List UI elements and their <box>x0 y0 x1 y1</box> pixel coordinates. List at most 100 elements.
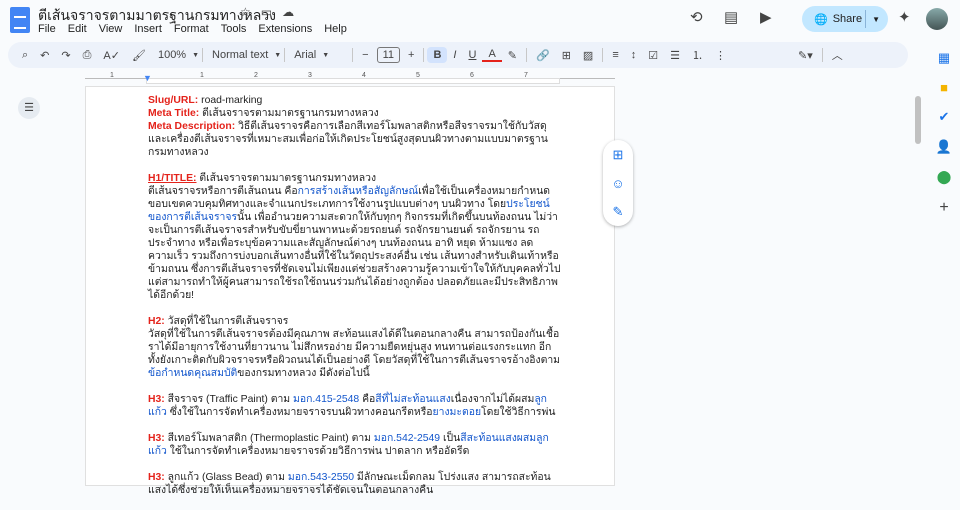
menu-extensions[interactable]: Extensions <box>258 23 312 35</box>
floating-actions: ⊞ ☺ ✎ <box>603 140 633 226</box>
paragraph: ตีเส้นจราจรหรือการตีเส้นถนน คือการสร้างเ… <box>148 185 563 302</box>
paragraph: H3: สีเทอร์โมพลาสติก (Thermoplastic Pain… <box>148 432 563 458</box>
editing-mode-icon[interactable]: ✎▾ <box>792 49 819 62</box>
star-icon[interactable]: ☆ <box>240 5 251 19</box>
style-select[interactable]: Normal text <box>206 49 274 61</box>
paragraph: วัสดุที่ใช้ในการตีเส้นจราจรต้องมีคุณภาพ … <box>148 328 563 380</box>
link-icon[interactable]: 🔗 <box>530 49 556 62</box>
link[interactable]: มอก.542-2549 <box>374 433 440 444</box>
docs-logo-icon[interactable] <box>10 7 30 33</box>
cloud-saved-icon[interactable]: ☁ <box>282 5 294 19</box>
add-comment-icon[interactable]: ⊞ <box>556 49 577 62</box>
contacts-icon[interactable]: 👤 <box>936 139 952 155</box>
keep-icon[interactable]: ■ <box>940 80 948 95</box>
link[interactable]: สีที่ไม่สะท้อนแสง <box>375 394 451 405</box>
text-run: คือ <box>359 394 376 405</box>
underline-button[interactable]: U <box>462 49 482 61</box>
history-icon[interactable]: ⟲ <box>690 8 703 26</box>
tasks-icon[interactable]: ✔ <box>939 109 950 125</box>
link[interactable]: การสร้างเส้นหรือสัญลักษณ์ <box>298 186 419 197</box>
italic-button[interactable]: I <box>447 49 462 61</box>
text-run: ซึ่งใช้ในการจัดทำเครื่องหมายจราจรบนผิวทา… <box>166 407 433 418</box>
move-folder-icon[interactable]: ▭ <box>261 5 272 19</box>
menu-help[interactable]: Help <box>324 23 347 35</box>
link[interactable]: ข้อกำหนดคุณสมบัติ <box>148 368 237 379</box>
document-outline-button[interactable]: ☰ <box>18 97 40 119</box>
scrollbar[interactable] <box>915 96 921 144</box>
text-run: ตีเส้นจราจรตามมาตรฐานกรมทางหลวง <box>196 173 377 184</box>
text-run: โดยใช้วิธีการพ่น <box>481 407 556 418</box>
text-run: เป็น <box>440 433 461 444</box>
search-menus-icon[interactable]: ⌕ <box>16 49 34 62</box>
emoji-reaction-icon[interactable]: ☺ <box>611 176 624 191</box>
add-addon-icon[interactable]: + <box>939 199 948 217</box>
menu-view[interactable]: View <box>99 23 123 35</box>
undo-icon[interactable]: ↶ <box>34 49 55 62</box>
redo-icon[interactable]: ↷ <box>55 49 76 62</box>
text-run: สีจราจร (Traffic Paint) ตาม <box>164 394 294 405</box>
text-run: สีเทอร์โมพลาสติก (Thermoplastic Paint) ต… <box>164 433 374 444</box>
label: H2: <box>148 316 165 327</box>
side-panel: ▦ ■ ✔ 👤 ⬤ + <box>928 42 960 476</box>
menu-tools[interactable]: Tools <box>221 23 247 35</box>
indent-marker-icon[interactable]: ▼ <box>143 73 152 83</box>
line-spacing-icon[interactable]: ↕ <box>625 49 643 61</box>
menu-edit[interactable]: Edit <box>68 23 87 35</box>
ruler[interactable]: ▼ 1 1 2 3 4 5 6 7 <box>0 72 905 86</box>
maps-icon[interactable]: ⬤ <box>937 169 952 185</box>
label: Slug/URL: <box>148 95 199 106</box>
label: Meta Title: <box>148 108 200 119</box>
add-comment-icon[interactable]: ⊞ <box>613 147 624 163</box>
comments-icon[interactable]: ▤ <box>724 8 738 26</box>
toolbar: ⌕ ↶ ↷ ⎙ A✓ 🖌 100% ▼ Normal text ▼ Arial ▼ −… <box>8 42 908 68</box>
link[interactable]: ยางมะตอย <box>433 407 482 418</box>
paragraph-block: Slug/URL: road-marking Meta Title: ตีเส้น… <box>148 94 563 159</box>
share-button[interactable]: 🌐 Share ▼ <box>802 6 888 32</box>
align-icon[interactable]: ≡ <box>606 49 624 61</box>
collapse-menus-icon[interactable]: ︿ <box>826 47 849 63</box>
paint-format-icon[interactable]: 🖌 <box>126 49 152 62</box>
paragraph: Slug/URL: road-marking <box>148 94 563 107</box>
text-run: ลูกแก้ว (Glass Bead) ตาม <box>164 472 288 483</box>
zoom-select[interactable]: 100% <box>152 49 192 61</box>
image-icon[interactable]: ▨ <box>577 49 599 62</box>
paragraph-block: H2: วัสดุที่ใช้ในการตีเส้นจราจร วัสดุที่ใ… <box>148 315 563 380</box>
spellcheck-icon[interactable]: A✓ <box>97 49 126 62</box>
font-size-input[interactable]: 11 <box>376 47 401 63</box>
print-icon[interactable]: ⎙ <box>77 49 98 62</box>
calendar-icon[interactable]: ▦ <box>938 50 950 66</box>
text-run: วัสดุที่ใช้ในการตีเส้นจราจรต้องมีคุณภาพ … <box>148 329 561 366</box>
font-select[interactable]: Arial <box>288 49 322 61</box>
chevron-down-icon[interactable]: ▼ <box>872 15 880 24</box>
checklist-icon[interactable]: ☑ <box>642 49 664 62</box>
highlight-icon[interactable]: ✎ <box>502 49 523 62</box>
menu-format[interactable]: Format <box>174 23 209 35</box>
paragraph: H1/TITLE: ตีเส้นจราจรตามมาตรฐานกรมทางหลว… <box>148 172 563 185</box>
increase-font-size-button[interactable]: + <box>402 49 420 61</box>
more-icon[interactable]: ⋮ <box>709 49 732 62</box>
text-run: ของกรมทางหลวง มีดังต่อไปนี้ <box>237 368 370 379</box>
text-color-button[interactable]: A <box>482 48 502 62</box>
bulleted-list-icon[interactable]: ☰ <box>664 49 686 62</box>
paragraph-block: H3: สีเทอร์โมพลาสติก (Thermoplastic Pain… <box>148 432 563 458</box>
label: H3: <box>148 472 165 483</box>
link[interactable]: มอก.415-2548 <box>293 394 359 405</box>
meet-icon[interactable]: ▶ <box>760 8 772 26</box>
link[interactable]: มอก.543-2550 <box>288 472 354 483</box>
text-run: ตีเส้นจราจรหรือการตีเส้นถนน คือ <box>148 186 298 197</box>
menu-file[interactable]: File <box>38 23 56 35</box>
paragraph-block: H1/TITLE: ตีเส้นจราจรตามมาตรฐานกรมทางหลว… <box>148 172 563 302</box>
decrease-font-size-button[interactable]: − <box>356 49 374 61</box>
suggest-edits-icon[interactable]: ✎ <box>613 204 624 220</box>
gemini-icon[interactable]: ✦ <box>898 8 911 26</box>
numbered-list-icon[interactable]: ⒈ <box>686 47 709 63</box>
paragraph: H2: วัสดุที่ใช้ในการตีเส้นจราจร <box>148 315 563 328</box>
menu-bar: File Edit View Insert Format Tools Exten… <box>38 23 347 35</box>
paragraph: H3: สีจราจร (Traffic Paint) ตาม มอก.415-… <box>148 393 563 419</box>
text-run: วัสดุที่ใช้ในการตีเส้นจราจร <box>164 316 289 327</box>
bold-button[interactable]: B <box>427 47 448 63</box>
avatar[interactable] <box>926 8 948 30</box>
menu-insert[interactable]: Insert <box>134 23 162 35</box>
label: H3: <box>148 394 165 405</box>
document-body[interactable]: Slug/URL: road-marking Meta Title: ตีเส้น… <box>148 94 563 510</box>
